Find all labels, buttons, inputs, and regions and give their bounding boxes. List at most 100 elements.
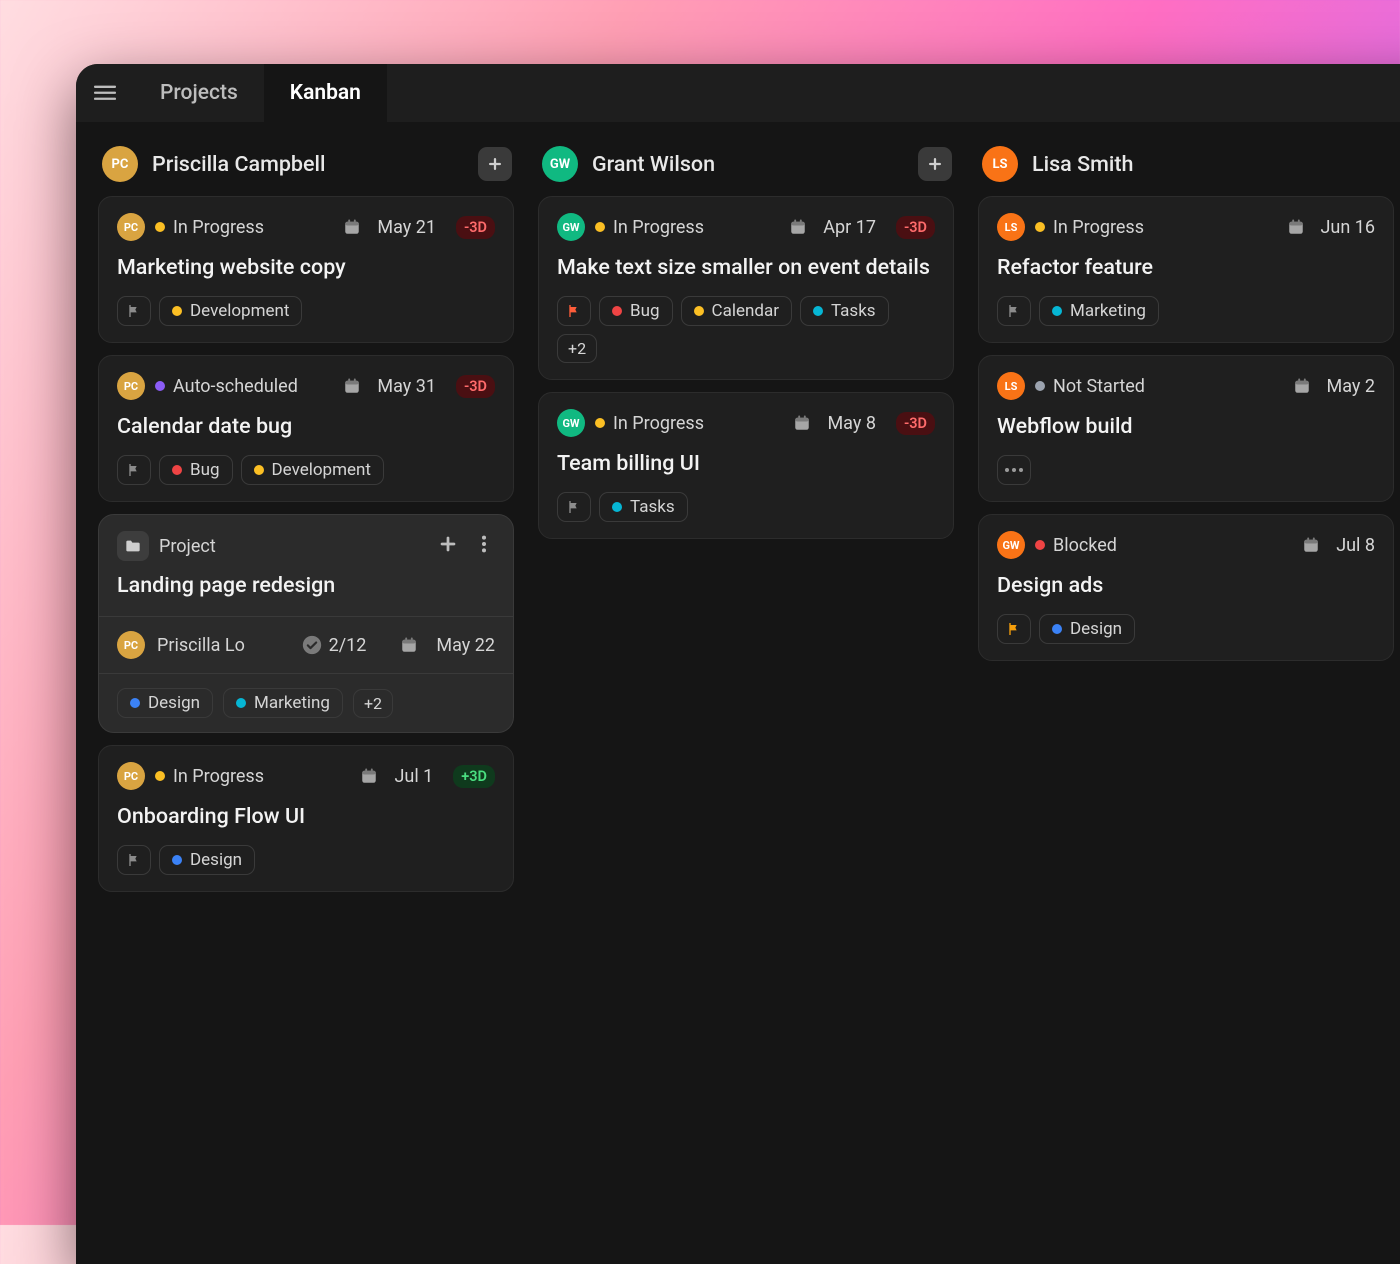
flag-button[interactable] xyxy=(997,296,1031,326)
flag-button[interactable] xyxy=(557,296,591,326)
card-meta-row: PCAuto-scheduledMay 31-3D xyxy=(117,372,495,400)
card-avatar: GW xyxy=(557,409,585,437)
status-dot-icon xyxy=(155,771,165,781)
task-card[interactable]: PCIn ProgressJul 1+3DOnboarding Flow UID… xyxy=(98,745,514,892)
tag-chip[interactable]: Development xyxy=(241,455,384,485)
task-card[interactable]: PCIn ProgressMay 21-3DMarketing website … xyxy=(98,196,514,343)
column-header: GW Grant Wilson xyxy=(538,140,954,196)
tag-chip[interactable]: Marketing xyxy=(1039,296,1159,326)
card-date: Jun 16 xyxy=(1321,217,1376,238)
add-card-button[interactable] xyxy=(478,147,512,181)
card-tags: Bug Calendar Tasks +2 xyxy=(557,296,935,363)
card-meta-row: LS In Progress Jun 16 xyxy=(997,213,1375,241)
column-avatar: LS xyxy=(982,146,1018,182)
calendar-icon xyxy=(400,636,418,654)
project-date: May 22 xyxy=(436,635,495,656)
tag-chip[interactable]: Development xyxy=(159,296,302,326)
flag-button[interactable] xyxy=(117,296,151,326)
project-title: Landing page redesign xyxy=(99,565,513,616)
tag-chip[interactable]: Bug xyxy=(599,296,673,326)
card-status: Auto-scheduled xyxy=(155,376,298,397)
task-card[interactable]: LSNot StartedMay 2Webflow build xyxy=(978,355,1394,502)
card-title: Make text size smaller on event details xyxy=(557,253,935,282)
card-tags: Development xyxy=(117,296,495,326)
status-dot-icon xyxy=(1035,381,1045,391)
card-tags: Bug Development xyxy=(117,455,495,485)
tag-chip[interactable]: Bug xyxy=(159,455,233,485)
card-avatar: LS xyxy=(997,213,1025,241)
tag-chip[interactable]: Marketing xyxy=(223,688,343,718)
more-tags-chip[interactable]: +2 xyxy=(353,689,393,718)
column-avatar: GW xyxy=(542,146,578,182)
card-meta-row: PCIn ProgressJul 1+3D xyxy=(117,762,495,790)
calendar-icon xyxy=(1302,536,1320,554)
status-dot-icon xyxy=(595,222,605,232)
project-card[interactable]: ProjectLanding page redesignPCPriscilla … xyxy=(98,514,514,733)
flag-button[interactable] xyxy=(117,455,151,485)
card-tags: Marketing xyxy=(997,296,1375,326)
tab-projects[interactable]: Projects xyxy=(134,64,264,122)
project-add-button[interactable] xyxy=(437,533,459,559)
card-list: LS In Progress Jun 16 Refactor feature Marke… xyxy=(978,196,1394,661)
project-more-button[interactable] xyxy=(473,533,495,559)
card-date: May 8 xyxy=(827,413,875,434)
project-meta: PCPriscilla Lo2/12May 22 xyxy=(99,616,513,674)
folder-icon xyxy=(117,531,149,561)
kanban-column: PCPriscilla CampbellPCIn ProgressMay 21-… xyxy=(98,140,514,892)
project-tags: Design Marketing +2 xyxy=(99,674,513,732)
card-avatar: PC xyxy=(117,372,145,400)
card-avatar: GW xyxy=(997,531,1025,559)
tag-chip[interactable]: Calendar xyxy=(681,296,792,326)
tag-chip[interactable]: Design xyxy=(159,845,255,875)
card-more-button[interactable] xyxy=(997,455,1031,485)
delta-badge: +3D xyxy=(453,765,495,788)
card-title: Refactor feature xyxy=(997,253,1375,282)
flag-button[interactable] xyxy=(557,492,591,522)
task-card[interactable]: LS In Progress Jun 16 Refactor feature Marke… xyxy=(978,196,1394,343)
menu-button[interactable] xyxy=(76,82,134,104)
card-avatar: LS xyxy=(997,372,1025,400)
delta-badge: -3D xyxy=(456,216,495,239)
card-title: Team billing UI xyxy=(557,449,935,478)
tag-chip[interactable]: Design xyxy=(1039,614,1135,644)
calendar-icon xyxy=(343,218,361,236)
column-title: Grant Wilson xyxy=(592,152,904,177)
card-status: Blocked xyxy=(1035,535,1117,556)
card-meta-row: LSNot StartedMay 2 xyxy=(997,372,1375,400)
delta-badge: -3D xyxy=(896,412,935,435)
task-card[interactable]: GWIn ProgressApr 17-3DMake text size sma… xyxy=(538,196,954,380)
tag-chip[interactable]: Tasks xyxy=(800,296,889,326)
task-card[interactable]: GWBlockedJul 8Design adsDesign xyxy=(978,514,1394,661)
tag-chip[interactable]: Design xyxy=(117,688,213,718)
card-status: Not Started xyxy=(1035,376,1145,397)
card-date: May 21 xyxy=(377,217,436,238)
card-avatar: GW xyxy=(557,213,585,241)
card-status: In Progress xyxy=(595,413,704,434)
task-card[interactable]: PCAuto-scheduledMay 31-3DCalendar date b… xyxy=(98,355,514,502)
calendar-icon xyxy=(1293,377,1311,395)
card-date: May 31 xyxy=(377,376,436,397)
flag-button[interactable] xyxy=(997,614,1031,644)
card-meta-row: PCIn ProgressMay 21-3D xyxy=(117,213,495,241)
assignee-name: Priscilla Lo xyxy=(157,635,245,656)
status-dot-icon xyxy=(155,222,165,232)
column-title: Lisa Smith xyxy=(1032,152,1392,177)
card-meta-row: GWIn ProgressApr 17-3D xyxy=(557,213,935,241)
task-card[interactable]: GW In Progress May 8 -3D Team billing UI Task… xyxy=(538,392,954,539)
tag-chip[interactable]: Tasks xyxy=(599,492,688,522)
kanban-board: PCPriscilla CampbellPCIn ProgressMay 21-… xyxy=(76,122,1400,910)
card-title: Marketing website copy xyxy=(117,253,495,282)
column-header: LS Lisa Smith xyxy=(978,140,1394,196)
card-date: Jul 8 xyxy=(1336,535,1375,556)
tab-kanban[interactable]: Kanban xyxy=(264,64,387,122)
card-status: In Progress xyxy=(595,217,704,238)
status-dot-icon xyxy=(155,381,165,391)
more-tags-chip[interactable]: +2 xyxy=(557,334,597,363)
progress-badge: 2/12 xyxy=(302,635,367,656)
flag-button[interactable] xyxy=(117,845,151,875)
card-status: In Progress xyxy=(1035,217,1144,238)
card-avatar: PC xyxy=(117,762,145,790)
card-status: In Progress xyxy=(155,766,264,787)
card-meta-row: GW Blocked Jul 8 xyxy=(997,531,1375,559)
add-card-button[interactable] xyxy=(918,147,952,181)
